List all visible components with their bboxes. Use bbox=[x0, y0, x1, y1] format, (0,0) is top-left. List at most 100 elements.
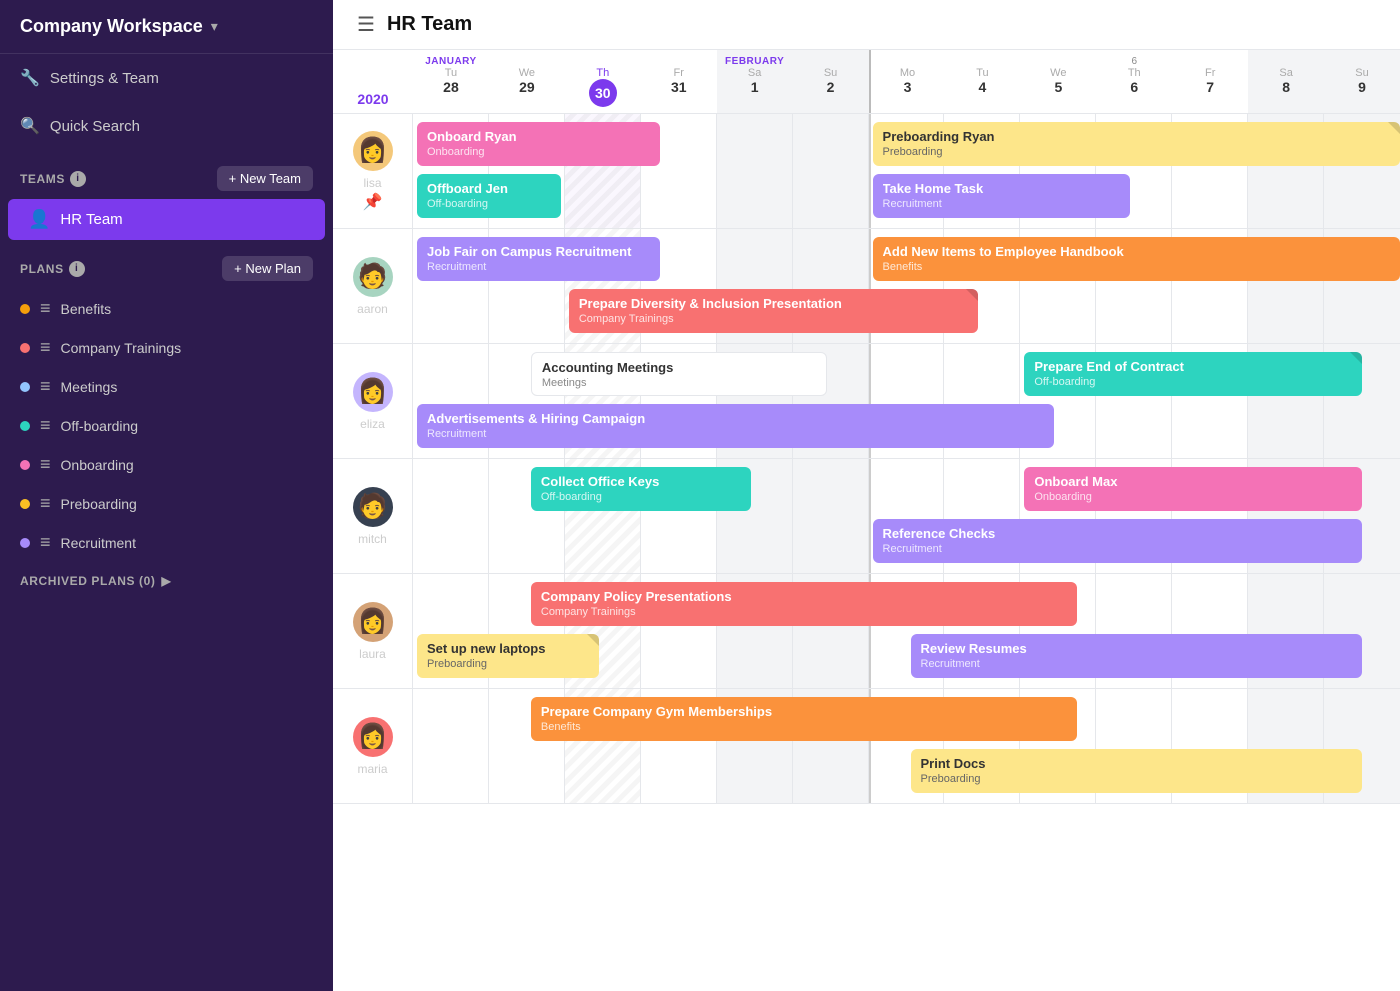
day-col-th30-today: x Th 30 bbox=[565, 50, 641, 113]
task-take-home-task[interactable]: Take Home Task Recruitment bbox=[873, 174, 1131, 218]
plan-item-offboarding[interactable]: ≡ Off-boarding bbox=[0, 406, 333, 445]
row-lisa: 👩 lisa 📌 bbox=[333, 114, 1400, 229]
tasks-lisa: Onboard Ryan Onboarding Offboard Jen Off… bbox=[413, 114, 1400, 228]
page-title: HR Team bbox=[387, 13, 472, 36]
plan-lines-icon: ≡ bbox=[40, 493, 51, 514]
task-subtitle: Benefits bbox=[541, 721, 1067, 733]
team-item-hr[interactable]: 👤 HR Team bbox=[8, 199, 325, 240]
workspace-header[interactable]: Company Workspace ▾ bbox=[0, 0, 333, 54]
row-maria: 👩 maria bbox=[333, 689, 1400, 804]
task-title: Reference Checks bbox=[883, 526, 1353, 541]
sidebar-item-search[interactable]: 🔍 Quick Search bbox=[0, 102, 333, 150]
task-title: Set up new laptops bbox=[427, 641, 589, 656]
person-name-mitch: mitch bbox=[358, 532, 387, 546]
day-col-we5: x We 5 bbox=[1020, 50, 1096, 113]
task-gym-memberships[interactable]: Prepare Company Gym Memberships Benefits bbox=[531, 697, 1077, 741]
new-plan-button[interactable]: + New Plan bbox=[222, 256, 313, 281]
day-col-we29: x We 29 bbox=[489, 50, 565, 113]
archived-plans-section[interactable]: ARCHIVED PLANS (0) ▶ bbox=[0, 562, 333, 600]
avatar-img-maria: 👩 bbox=[353, 717, 393, 757]
plan-item-meetings[interactable]: ≡ Meetings bbox=[0, 367, 333, 406]
person-name-lisa: lisa bbox=[363, 176, 381, 190]
person-name-eliza: eliza bbox=[360, 417, 385, 431]
task-subtitle: Recruitment bbox=[427, 428, 1044, 440]
row-aaron: 🧑 aaron bbox=[333, 229, 1400, 344]
task-end-of-contract[interactable]: Prepare End of Contract Off-boarding bbox=[1024, 352, 1362, 396]
task-subtitle: Company Trainings bbox=[541, 606, 1067, 618]
plan-label: Company Trainings bbox=[61, 340, 182, 356]
day-col-fr7: x Fr 7 bbox=[1172, 50, 1248, 113]
menu-icon[interactable]: ☰ bbox=[357, 12, 375, 37]
task-diversity[interactable]: Prepare Diversity & Inclusion Presentati… bbox=[569, 289, 979, 333]
plan-item-onboarding[interactable]: ≡ Onboarding bbox=[0, 445, 333, 484]
task-collect-office-keys[interactable]: Collect Office Keys Off-boarding bbox=[531, 467, 751, 511]
row-laura: 👩 laura bbox=[333, 574, 1400, 689]
task-subtitle: Meetings bbox=[542, 377, 816, 389]
person-name-maria: maria bbox=[357, 762, 387, 776]
day-col-su9: x Su 9 bbox=[1324, 50, 1400, 113]
task-preboarding-ryan[interactable]: Preboarding Ryan Preboarding bbox=[873, 122, 1400, 166]
avatar-img-lisa: 👩 bbox=[353, 131, 393, 171]
search-icon: 🔍 bbox=[20, 116, 40, 136]
task-review-resumes[interactable]: Review Resumes Recruitment bbox=[911, 634, 1363, 678]
task-reference-checks[interactable]: Reference Checks Recruitment bbox=[873, 519, 1363, 563]
new-team-button[interactable]: + New Team bbox=[217, 166, 313, 191]
tasks-eliza: Accounting Meetings Meetings Advertiseme… bbox=[413, 344, 1400, 458]
row-eliza: 👩 eliza bbox=[333, 344, 1400, 459]
wrench-icon: 🔧 bbox=[20, 68, 40, 88]
calendar-body: 👩 lisa 📌 bbox=[333, 114, 1400, 804]
plan-label: Recruitment bbox=[61, 535, 136, 551]
plan-item-preboarding[interactable]: ≡ Preboarding bbox=[0, 484, 333, 523]
plan-lines-icon: ≡ bbox=[40, 415, 51, 436]
plan-dot-benefits bbox=[20, 304, 30, 314]
plan-item-recruitment[interactable]: ≡ Recruitment bbox=[0, 523, 333, 562]
task-subtitle: Preboarding bbox=[427, 658, 589, 670]
avatar-img-eliza: 👩 bbox=[353, 372, 393, 412]
task-title: Take Home Task bbox=[883, 181, 1121, 196]
day-col-tu28: JANUARY Tu 28 bbox=[413, 50, 489, 113]
task-subtitle: Benefits bbox=[883, 261, 1390, 273]
task-title: Review Resumes bbox=[921, 641, 1353, 656]
plans-section-label: PLANS i bbox=[20, 261, 85, 277]
task-new-laptops[interactable]: Set up new laptops Preboarding bbox=[417, 634, 599, 678]
info-icon: i bbox=[70, 171, 86, 187]
row-mitch: 🧑 mitch bbox=[333, 459, 1400, 574]
plan-item-company-trainings[interactable]: ≡ Company Trainings bbox=[0, 328, 333, 367]
sidebar-item-settings[interactable]: 🔧 Settings & Team bbox=[0, 54, 333, 102]
task-title: Job Fair on Campus Recruitment bbox=[427, 244, 650, 259]
day-col-mo3: 6 Mo 3 bbox=[869, 50, 945, 113]
plans-info-icon: i bbox=[69, 261, 85, 277]
avatar-eliza: 👩 eliza bbox=[333, 344, 413, 458]
person-name-aaron: aaron bbox=[357, 302, 388, 316]
plan-lines-icon: ≡ bbox=[40, 337, 51, 358]
task-job-fair[interactable]: Job Fair on Campus Recruitment Recruitme… bbox=[417, 237, 660, 281]
chevron-down-icon: ▾ bbox=[211, 18, 218, 35]
task-advertisements[interactable]: Advertisements & Hiring Campaign Recruit… bbox=[417, 404, 1054, 448]
calendar-container: 2020 JANUARY Tu 28 x We 29 x Th 30 x bbox=[333, 50, 1400, 991]
plans-section-header: PLANS i + New Plan bbox=[0, 240, 333, 289]
plan-item-benefits[interactable]: ≡ Benefits bbox=[0, 289, 333, 328]
plan-dot-recruitment bbox=[20, 538, 30, 548]
tasks-aaron: Job Fair on Campus Recruitment Recruitme… bbox=[413, 229, 1400, 343]
plan-dot-onboarding bbox=[20, 460, 30, 470]
task-subtitle: Recruitment bbox=[883, 198, 1121, 210]
task-print-docs[interactable]: Print Docs Preboarding bbox=[911, 749, 1363, 793]
tasks-mitch: Collect Office Keys Off-boarding Onboard… bbox=[413, 459, 1400, 573]
task-accounting-meetings[interactable]: Accounting Meetings Meetings bbox=[531, 352, 827, 396]
task-onboard-max[interactable]: Onboard Max Onboarding bbox=[1024, 467, 1362, 511]
day-col-sa8: x Sa 8 bbox=[1248, 50, 1324, 113]
task-subtitle: Recruitment bbox=[883, 543, 1353, 555]
task-subtitle: Preboarding bbox=[921, 773, 1353, 785]
task-title: Prepare Diversity & Inclusion Presentati… bbox=[579, 296, 969, 311]
plan-lines-icon: ≡ bbox=[40, 376, 51, 397]
bg-day-1 bbox=[413, 459, 489, 573]
task-policy-presentations[interactable]: Company Policy Presentations Company Tra… bbox=[531, 582, 1077, 626]
task-onboard-ryan[interactable]: Onboard Ryan Onboarding bbox=[417, 122, 660, 166]
task-offboard-jen[interactable]: Offboard Jen Off-boarding bbox=[417, 174, 561, 218]
sidebar: Company Workspace ▾ 🔧 Settings & Team 🔍 … bbox=[0, 0, 333, 991]
task-title: Offboard Jen bbox=[427, 181, 551, 196]
team-icon: 👤 bbox=[28, 209, 50, 230]
task-employee-handbook[interactable]: Add New Items to Employee Handbook Benef… bbox=[873, 237, 1400, 281]
task-title: Print Docs bbox=[921, 756, 1353, 771]
task-subtitle: Recruitment bbox=[427, 261, 650, 273]
